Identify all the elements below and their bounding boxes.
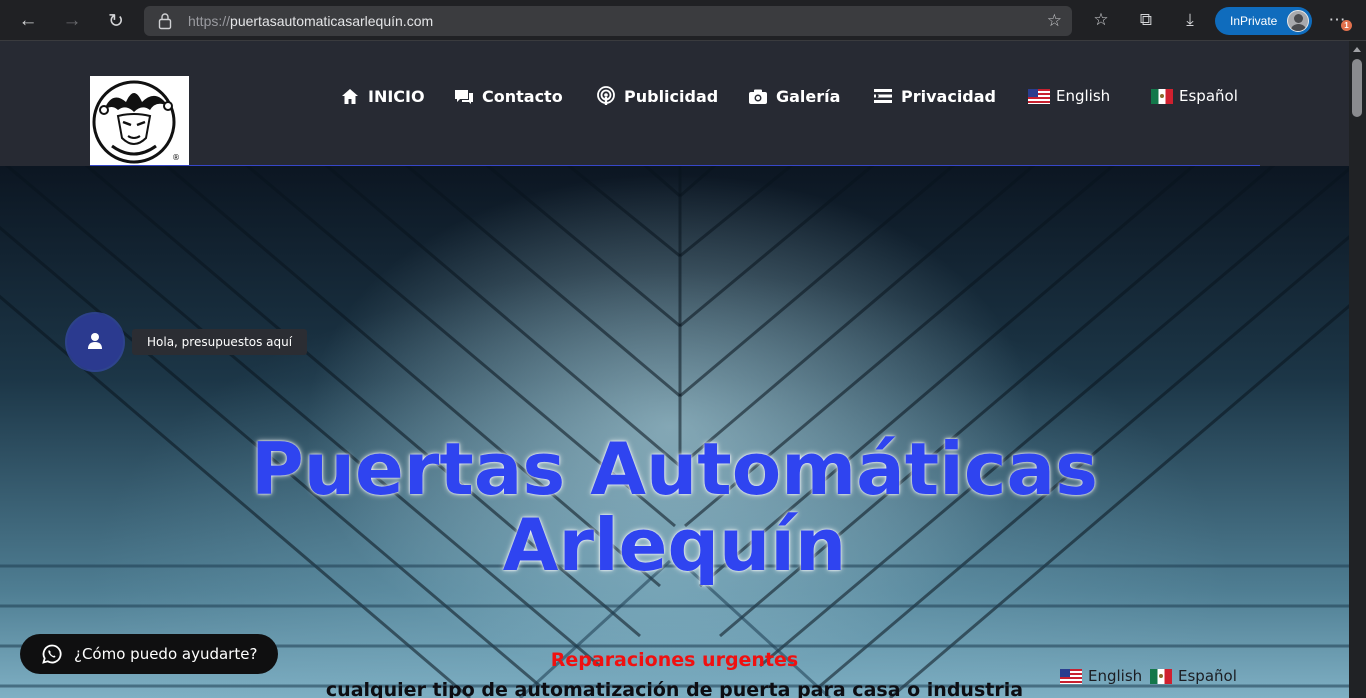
address-bar[interactable]: https://puertasautomaticasarlequín.com ☆ xyxy=(144,6,1072,36)
collections-icon[interactable]: ⧉ xyxy=(1135,9,1157,31)
whatsapp-chat-button[interactable]: ¿Cómo puedo ayudarte? xyxy=(20,634,278,674)
nav-contacto[interactable]: Contacto xyxy=(454,84,563,108)
inprivate-button[interactable]: InPrivate xyxy=(1215,7,1312,35)
hero-title: Puertas Automáticas Arlequín xyxy=(0,431,1349,583)
hero-description: cualquier tipo de automatización de puer… xyxy=(325,679,1024,698)
nav-privacidad[interactable]: Privacidad xyxy=(873,84,996,108)
floating-spanish-link[interactable]: Español xyxy=(1150,666,1237,686)
nav-label: Publicidad xyxy=(624,86,719,106)
harlequin-logo[interactable]: ® xyxy=(90,76,189,166)
mexico-flag-icon xyxy=(1151,88,1173,104)
browser-toolbar: ← → ↻ https://puertasautomaticasarlequín… xyxy=(0,0,1366,41)
nav-espanol[interactable]: Español xyxy=(1151,84,1238,108)
nav-label: Galería xyxy=(776,86,841,106)
add-favorite-icon[interactable]: ☆ xyxy=(1047,11,1062,31)
camera-icon xyxy=(749,89,767,104)
chat-icon xyxy=(455,90,473,104)
nav-label: Contacto xyxy=(482,86,563,106)
quote-chat-button[interactable] xyxy=(67,314,123,370)
favorites-icon[interactable]: ☆ xyxy=(1090,9,1112,31)
url-text[interactable]: https://puertasautomaticasarlequín.com xyxy=(188,13,433,29)
nav-label: Español xyxy=(1179,87,1238,105)
whatsapp-icon xyxy=(42,644,62,664)
nav-label: English xyxy=(1056,87,1111,105)
profile-avatar xyxy=(1287,10,1309,32)
home-icon xyxy=(342,89,358,104)
list-icon xyxy=(874,89,892,103)
url-scheme: https:// xyxy=(188,13,231,29)
downloads-icon[interactable]: ⤓ xyxy=(1179,9,1201,31)
notification-badge: 1 xyxy=(1341,20,1352,31)
floating-english-link[interactable]: English xyxy=(1060,666,1142,686)
lang-label: English xyxy=(1088,667,1143,685)
whatsapp-label: ¿Cómo puedo ayudarte? xyxy=(74,645,258,663)
nav-inicio[interactable]: INICIO xyxy=(340,84,425,108)
nav-label: INICIO xyxy=(368,86,425,106)
url-host: puertasautomaticasarlequín.com xyxy=(230,13,434,29)
nav-label: Privacidad xyxy=(901,86,996,106)
scrollbar-thumb[interactable] xyxy=(1352,59,1362,117)
nav-english[interactable]: English xyxy=(1028,84,1110,108)
forward-icon[interactable]: → xyxy=(57,6,87,36)
nav-galeria[interactable]: Galería xyxy=(748,84,840,108)
hero-title-line-1: Puertas Automáticas xyxy=(251,427,1098,511)
chat-tooltip[interactable]: Hola, presupuestos aquí xyxy=(132,329,308,355)
back-icon[interactable]: ← xyxy=(13,6,43,36)
mexico-flag-icon xyxy=(1150,668,1172,684)
user-icon xyxy=(88,333,102,349)
podcast-icon xyxy=(597,86,615,105)
nav-publicidad[interactable]: Publicidad xyxy=(596,84,718,108)
hero-title-line-2: Arlequín xyxy=(502,503,847,587)
us-flag-icon xyxy=(1060,668,1082,684)
lock-icon[interactable] xyxy=(158,12,172,30)
page-scrollbar[interactable] xyxy=(1349,41,1366,698)
inprivate-label: InPrivate xyxy=(1230,14,1278,28)
site-header: ® INICIO Contacto Publicidad Galería Pri… xyxy=(0,41,1349,166)
scroll-up-icon[interactable] xyxy=(1353,47,1361,52)
svg-text:®: ® xyxy=(172,153,180,162)
lang-label: Español xyxy=(1178,667,1237,685)
us-flag-icon xyxy=(1028,88,1050,104)
hero-section: Puertas Automáticas Arlequín Reparacione… xyxy=(0,166,1349,698)
refresh-icon[interactable]: ↻ xyxy=(101,6,131,36)
